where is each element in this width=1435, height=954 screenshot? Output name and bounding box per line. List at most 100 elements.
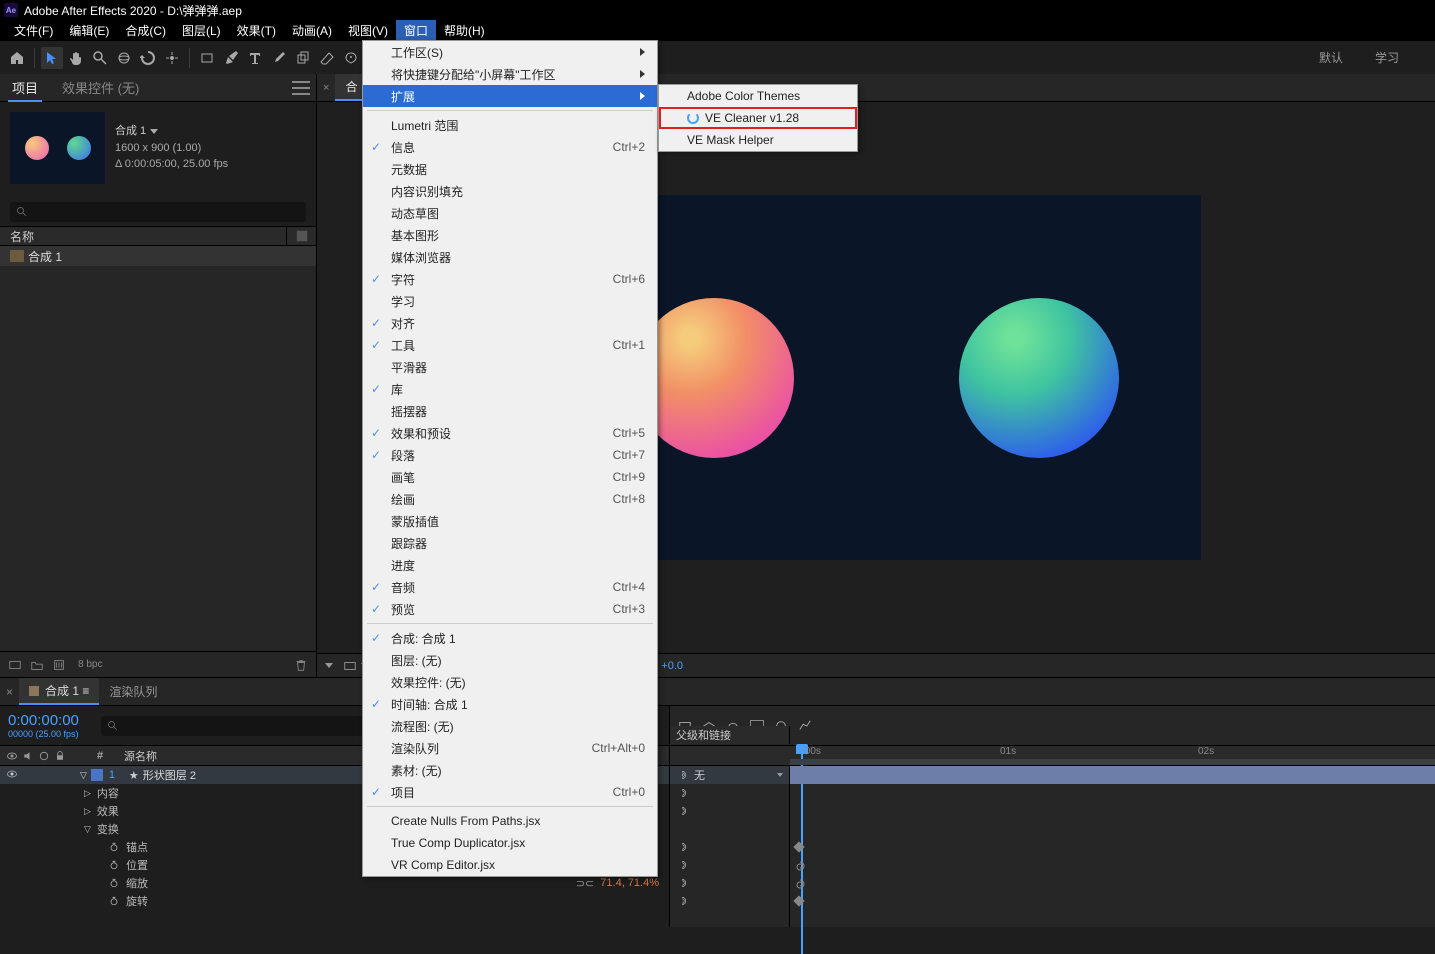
menu-item[interactable]: 将快捷键分配给"小屏幕"工作区 xyxy=(363,63,657,85)
scale-value[interactable]: 71.4, 71.4% xyxy=(600,877,669,889)
menu-item[interactable]: 扩展 xyxy=(363,85,657,107)
project-item-row[interactable]: 合成 1 xyxy=(0,246,316,266)
tab-render-queue[interactable]: 渲染队列 xyxy=(99,679,167,704)
menu-item[interactable]: Lumetri 范围 xyxy=(363,114,657,136)
time-ruler[interactable]: 父级和链接 :00s 01s 02s xyxy=(670,746,1435,766)
solo-column-icon[interactable] xyxy=(38,750,50,762)
stopwatch-icon[interactable] xyxy=(108,895,120,907)
menu-item[interactable]: ✓预览Ctrl+3 xyxy=(363,598,657,620)
pickwhip-icon[interactable] xyxy=(676,805,688,817)
tab-timeline-comp[interactable]: 合成 1 ≡ xyxy=(19,678,99,705)
keyframe-ease-icon[interactable] xyxy=(795,878,805,888)
clone-tool-icon[interactable] xyxy=(292,47,314,69)
pickwhip-icon[interactable] xyxy=(676,787,688,799)
menu-item[interactable]: ✓音频Ctrl+4 xyxy=(363,576,657,598)
pickwhip-icon[interactable] xyxy=(676,895,688,907)
menu-layer[interactable]: 图层(L) xyxy=(174,20,229,41)
menu-item[interactable]: 学习 xyxy=(363,290,657,312)
menu-animation[interactable]: 动画(A) xyxy=(284,20,340,41)
prop-rotation[interactable]: 旋转 xyxy=(0,892,669,910)
eraser-tool-icon[interactable] xyxy=(316,47,338,69)
menu-item[interactable]: 渲染队列Ctrl+Alt+0 xyxy=(363,737,657,759)
pickwhip-icon[interactable] xyxy=(676,841,688,853)
selection-tool-icon[interactable] xyxy=(41,47,63,69)
close-tab-icon[interactable]: × xyxy=(323,82,329,94)
menu-item[interactable]: 平滑器 xyxy=(363,356,657,378)
parent-dropdown[interactable]: 无 xyxy=(670,766,789,784)
anchor-tool-icon[interactable] xyxy=(161,47,183,69)
link-icon[interactable]: ⊃⊂ xyxy=(576,877,594,890)
eye-column-icon[interactable] xyxy=(6,750,18,762)
pen-tool-icon[interactable] xyxy=(220,47,242,69)
pickwhip-icon[interactable] xyxy=(676,859,688,871)
menu-item[interactable]: 基本图形 xyxy=(363,224,657,246)
trash-icon[interactable] xyxy=(294,658,308,672)
menu-item[interactable]: VR Comp Editor.jsx xyxy=(363,854,657,876)
keyframe-icon[interactable] xyxy=(793,841,804,852)
menu-item[interactable]: ✓时间轴: 合成 1 xyxy=(363,693,657,715)
menu-item[interactable]: Create Nulls From Paths.jsx xyxy=(363,810,657,832)
menu-item[interactable]: ✓效果和预设Ctrl+5 xyxy=(363,422,657,444)
twirl-icon[interactable]: ▽ xyxy=(84,824,91,835)
close-timeline-tab-icon[interactable]: × xyxy=(6,685,13,699)
panel-menu-icon[interactable] xyxy=(292,81,310,95)
current-timecode[interactable]: 0:00:00:00 xyxy=(8,712,79,729)
column-number[interactable]: # xyxy=(80,750,120,762)
work-area[interactable] xyxy=(790,759,1435,765)
menu-file[interactable]: 文件(F) xyxy=(6,20,61,41)
exposure-value[interactable]: +0.0 xyxy=(661,660,683,672)
video-toggle-icon[interactable] xyxy=(6,768,18,780)
column-parent[interactable]: 父级和链接 xyxy=(670,726,790,744)
rotation-tool-icon[interactable] xyxy=(137,47,159,69)
menu-view[interactable]: 视图(V) xyxy=(340,20,396,41)
workspace-learn[interactable]: 学习 xyxy=(1365,45,1409,70)
interpret-footage-icon[interactable] xyxy=(8,658,22,672)
menu-window[interactable]: 窗口 xyxy=(396,20,436,41)
pickwhip-icon[interactable] xyxy=(676,769,688,781)
speaker-column-icon[interactable] xyxy=(22,750,34,762)
layer-twirl-icon[interactable]: ▽ xyxy=(80,770,87,781)
column-label[interactable] xyxy=(286,227,316,245)
menu-item[interactable]: 流程图: (无) xyxy=(363,715,657,737)
menu-item[interactable]: 绘画Ctrl+8 xyxy=(363,488,657,510)
menu-item[interactable]: ✓字符Ctrl+6 xyxy=(363,268,657,290)
pickwhip-icon[interactable] xyxy=(676,877,688,889)
menu-item[interactable]: ✓项目Ctrl+0 xyxy=(363,781,657,803)
keyframe-ease-icon[interactable] xyxy=(795,860,805,870)
submenu-item[interactable]: VE Mask Helper xyxy=(659,129,857,151)
menu-item[interactable]: ✓信息Ctrl+2 xyxy=(363,136,657,158)
menu-item[interactable]: 效果控件: (无) xyxy=(363,671,657,693)
rectangle-tool-icon[interactable] xyxy=(196,47,218,69)
search-input[interactable] xyxy=(10,202,306,222)
menu-item[interactable]: 摇摆器 xyxy=(363,400,657,422)
menu-item[interactable]: 素材: (无) xyxy=(363,759,657,781)
new-folder-icon[interactable] xyxy=(30,658,44,672)
tab-project[interactable]: 项目 xyxy=(0,74,50,101)
menu-item[interactable]: 工作区(S) xyxy=(363,41,657,63)
graph-editor-icon[interactable] xyxy=(798,719,812,733)
menu-item[interactable]: 图层: (无) xyxy=(363,649,657,671)
twirl-icon[interactable]: ▷ xyxy=(84,788,91,799)
menu-help[interactable]: 帮助(H) xyxy=(436,20,493,41)
orbit-tool-icon[interactable] xyxy=(113,47,135,69)
workspace-default[interactable]: 默认 xyxy=(1309,45,1353,70)
chevron-down-icon[interactable] xyxy=(150,129,158,134)
column-name[interactable]: 名称 xyxy=(0,228,286,245)
home-icon[interactable] xyxy=(6,47,28,69)
menu-item[interactable]: ✓合成: 合成 1 xyxy=(363,627,657,649)
menu-item[interactable]: ✓段落Ctrl+7 xyxy=(363,444,657,466)
menu-item[interactable]: 进度 xyxy=(363,554,657,576)
menu-item[interactable]: 蒙版插值 xyxy=(363,510,657,532)
tab-effect-controls[interactable]: 效果控件 (无) xyxy=(50,74,151,101)
menu-item[interactable]: True Comp Duplicator.jsx xyxy=(363,832,657,854)
menu-effect[interactable]: 效果(T) xyxy=(229,20,284,41)
submenu-item[interactable]: Adobe Color Themes xyxy=(659,85,857,107)
magnification-dropdown[interactable] xyxy=(325,663,333,668)
menu-item[interactable]: 元数据 xyxy=(363,158,657,180)
menu-item[interactable]: ✓工具Ctrl+1 xyxy=(363,334,657,356)
menu-item[interactable]: 媒体浏览器 xyxy=(363,246,657,268)
brush-tool-icon[interactable] xyxy=(268,47,290,69)
new-comp-icon[interactable] xyxy=(52,658,66,672)
roto-tool-icon[interactable] xyxy=(340,47,362,69)
stopwatch-icon[interactable] xyxy=(108,859,120,871)
